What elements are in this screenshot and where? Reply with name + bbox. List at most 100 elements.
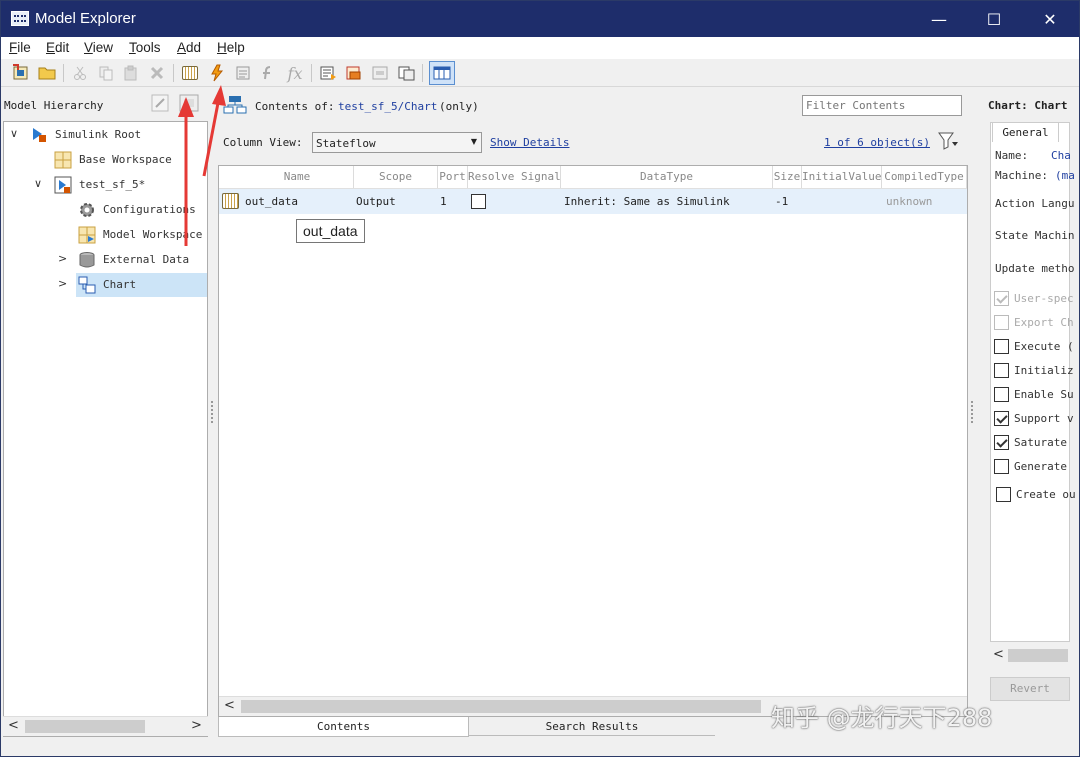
tree-item-chart[interactable]: Chart [76,273,207,297]
tab-search-results[interactable]: Search Results [469,717,715,736]
tree-item-configurations[interactable]: Configurations [4,198,208,222]
link-icon[interactable] [151,94,169,112]
minimize-button[interactable]: — [912,1,966,37]
create-output-label: Create ou [1016,488,1076,501]
expand-chevron-icon[interactable]: > [58,252,67,265]
menu-add[interactable]: Add [177,40,201,55]
user-specified-checkbox [994,291,1009,306]
table-row[interactable]: out_data Output 1 Inherit: Same as Simul… [219,189,967,214]
initialize-outputs-checkbox[interactable] [994,363,1009,378]
show-dialog-icon[interactable] [369,62,391,84]
right-splitter-grip[interactable] [971,401,974,423]
tree-item-external-data[interactable]: > External Data [4,248,208,272]
cell-datatype[interactable]: Inherit: Same as Simulink [564,195,730,208]
expand-chevron-icon[interactable]: > [58,277,67,290]
cut-icon[interactable] [69,62,91,84]
maximize-button[interactable]: ☐ [967,1,1021,37]
object-count-link[interactable]: 1 of 6 object(s) [824,136,930,149]
menu-help[interactable]: Help [217,40,245,55]
update-method-label: Update metho [995,262,1075,275]
scroll-left-icon[interactable]: < [993,647,1004,662]
filter-funnel-icon[interactable] [937,130,959,152]
scroll-thumb[interactable] [1008,649,1068,662]
highlight-icon[interactable] [343,62,365,84]
column-layout-icon[interactable] [429,61,455,85]
col-header-port[interactable]: Port [438,166,468,188]
collapse-chevron-icon[interactable]: ∨ [34,177,42,190]
collapse-chevron-icon[interactable]: ∨ [10,127,18,140]
cell-size[interactable]: -1 [775,195,788,208]
hierarchy-hscrollbar[interactable]: < > [3,716,208,736]
copy-icon[interactable] [95,62,117,84]
window-title: Model Explorer [35,10,136,27]
machine-field-value[interactable]: (ma [1055,169,1075,182]
tree-item-model-workspace[interactable]: Model Workspace [4,223,208,247]
saturate-overflow-checkbox[interactable] [994,435,1009,450]
menu-edit[interactable]: Edit [46,40,69,55]
menu-view[interactable]: View [84,40,113,55]
show-subsystem-icon[interactable] [179,94,199,112]
tree-item-base-workspace[interactable]: Base Workspace [4,148,208,172]
add-event-icon[interactable] [206,62,228,84]
enable-super-step-checkbox[interactable] [994,387,1009,402]
menu-view-label: iew [92,40,114,55]
show-details-link[interactable]: Show Details [490,136,569,149]
menu-tools[interactable]: Tools [129,40,161,55]
paste-icon[interactable] [120,62,142,84]
tree-item-label: Configurations [103,203,196,216]
create-output-checkbox[interactable] [996,487,1011,502]
close-button[interactable]: ✕ [1023,1,1077,37]
cell-port[interactable]: 1 [440,195,447,208]
fx-icon[interactable]: fx [284,62,306,84]
col-header-size[interactable]: Size [773,166,802,188]
scroll-left-icon[interactable]: < [224,698,235,713]
add-data-icon[interactable] [179,62,201,84]
left-splitter-grip[interactable] [211,401,214,423]
export-chart-checkbox [994,315,1009,330]
scroll-right-icon[interactable]: > [191,718,202,733]
tab-contents[interactable]: Contents [218,717,469,737]
menu-help-accel: H [217,40,227,55]
tab-general[interactable]: General [992,122,1059,142]
name-tooltip: out_data [296,219,365,243]
contents-prefix: Contents of: [255,100,335,113]
generate-preprocessor-checkbox[interactable] [994,459,1009,474]
execute-at-init-checkbox[interactable] [994,339,1009,354]
col-header-compiled-type[interactable]: CompiledType [882,166,967,188]
properties-icon[interactable] [317,62,339,84]
delete-icon[interactable] [146,62,168,84]
user-specified-label: User-spec [1014,292,1074,305]
tree-item-label: Simulink Root [55,128,142,141]
open-folder-icon[interactable] [36,62,58,84]
properties-hscrollbar[interactable]: < [990,646,1070,666]
cell-scope[interactable]: Output [356,195,396,208]
column-view-select[interactable]: Stateflow ▼ [312,132,482,153]
revert-button[interactable]: Revert [990,677,1070,701]
toolbar-separator [311,64,312,82]
workspace-grid-icon [54,151,72,169]
col-header-scope[interactable]: Scope [354,166,438,188]
tree-item-test-sf-5[interactable]: ∨ test_sf_5* [4,173,208,197]
menu-file[interactable]: File [9,40,31,55]
tree-item-simulink-root[interactable]: ∨ Simulink Root [4,123,208,147]
scroll-thumb[interactable] [241,700,761,713]
support-variable-size-checkbox[interactable] [994,411,1009,426]
menu-tools-label: ools [135,40,161,55]
col-header-resolve-signal[interactable]: Resolve Signal [468,166,561,188]
toolbar-separator [173,64,174,82]
add-message-icon[interactable] [232,62,254,84]
scroll-thumb[interactable] [25,720,145,733]
col-header-name[interactable]: Name [241,166,354,188]
scroll-left-icon[interactable]: < [8,718,19,733]
add-function-icon[interactable] [257,62,279,84]
col-header-datatype[interactable]: DataType [561,166,773,188]
new-model-icon[interactable] [10,62,32,84]
filter-contents-input[interactable] [802,95,962,116]
resolve-signal-checkbox[interactable] [471,194,486,209]
name-field-value[interactable]: Cha [1051,149,1071,162]
dropdown-arrow-icon: ▼ [470,137,477,146]
cell-name[interactable]: out_data [245,195,298,208]
col-header-initial-value[interactable]: InitialValue [802,166,882,188]
copy-view-icon[interactable] [395,62,417,84]
menu-tools-accel: T [129,40,136,55]
